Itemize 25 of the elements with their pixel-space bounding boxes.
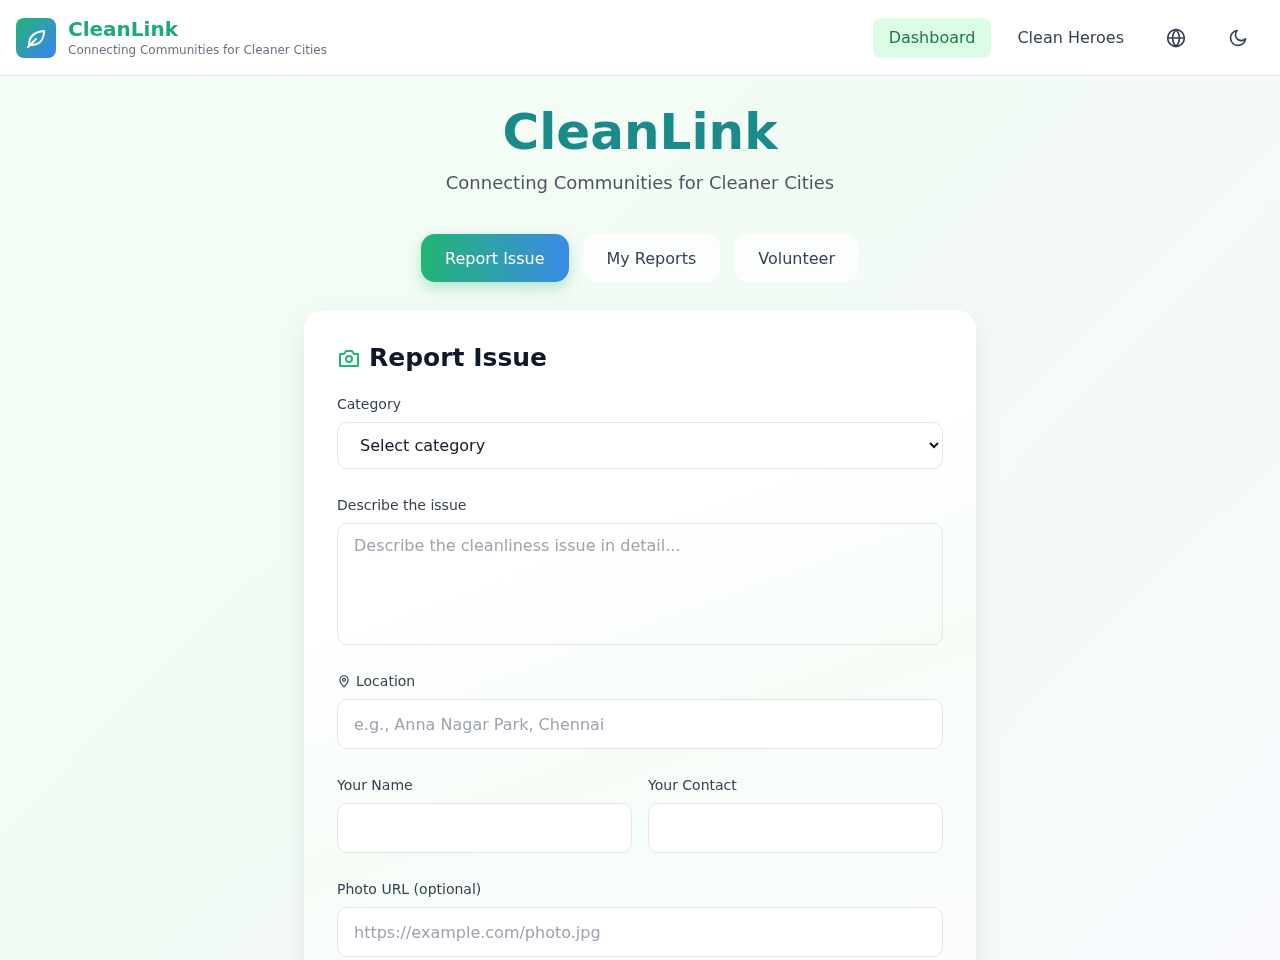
field-label: Describe the issue xyxy=(337,497,467,513)
field-label: Your Name xyxy=(337,777,413,793)
input-field[interactable]: https://example.com/photo.jpg xyxy=(337,907,943,957)
field-label: Location xyxy=(356,673,416,689)
field-label: Photo URL (optional) xyxy=(337,881,482,897)
description-field[interactable]: Describe the cleanliness issue in detail... xyxy=(337,523,943,645)
tab[interactable]: My Reports xyxy=(582,234,721,282)
field-label: Category xyxy=(337,396,401,412)
brand-name: CleanLink xyxy=(68,18,179,40)
nav-link[interactable]: Dashboard xyxy=(872,17,992,58)
hero-title: CleanLink xyxy=(502,102,778,162)
hero-subtitle: Connecting Communities for Cleaner Cities xyxy=(445,172,835,193)
category-dropdown[interactable]: Select category xyxy=(337,422,943,469)
nav-link[interactable]: Clean Heroes xyxy=(1001,17,1140,58)
input-field[interactable]: e.g., Anna Nagar Park, Chennai xyxy=(337,699,943,749)
moon-icon[interactable] xyxy=(1228,27,1248,48)
tab[interactable]: Volunteer xyxy=(734,234,859,282)
brand-tagline: Connecting Communities for Cleaner Cities xyxy=(68,43,327,57)
form-title: Report Issue xyxy=(369,343,548,372)
input-field[interactable] xyxy=(648,803,943,853)
location-pin-icon xyxy=(337,674,351,688)
leaf-logo-icon xyxy=(16,17,56,58)
globe-icon[interactable] xyxy=(1166,27,1186,48)
field-label: Your Contact xyxy=(648,777,737,793)
input-field[interactable] xyxy=(337,803,632,853)
